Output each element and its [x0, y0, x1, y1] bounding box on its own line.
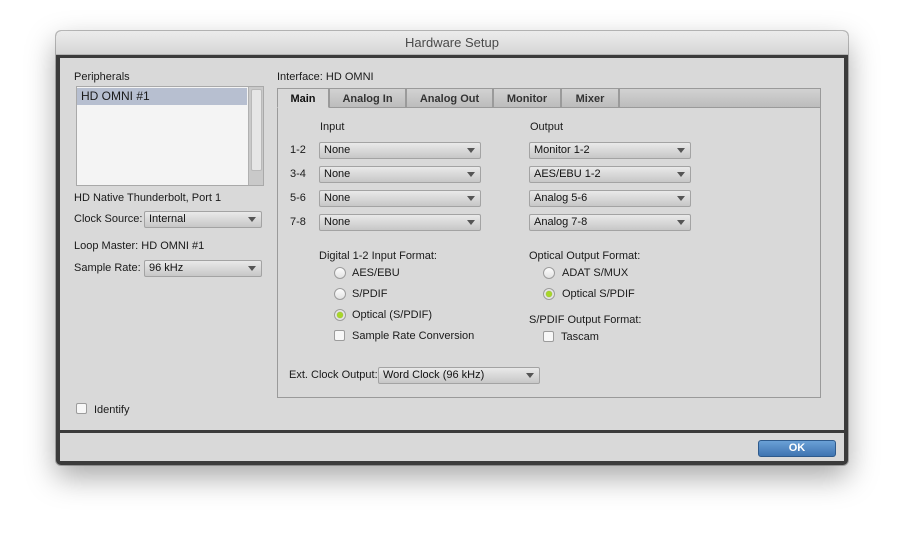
- chevron-down-icon: [248, 266, 256, 271]
- radio-spdif[interactable]: [334, 288, 346, 300]
- identify-label: Identify: [94, 404, 130, 416]
- output-dropdown-3-4[interactable]: AES/EBU 1-2: [529, 166, 691, 183]
- radio-optical-spdif-out[interactable]: [543, 288, 555, 300]
- chevron-down-icon: [677, 172, 685, 177]
- output-value: AES/EBU 1-2: [534, 168, 601, 180]
- chevron-down-icon: [467, 196, 475, 201]
- main-panel: Peripherals HD OMNI #1 HD Native Thunder…: [60, 58, 844, 430]
- chevron-down-icon: [677, 196, 685, 201]
- channel-label-5-6: 5-6: [290, 192, 306, 204]
- input-header: Input: [320, 121, 345, 133]
- channel-label-7-8: 7-8: [290, 216, 306, 228]
- tab-bar: Main Analog In Analog Out Monitor Mixer: [277, 88, 821, 108]
- peripherals-heading: Peripherals: [74, 71, 130, 83]
- connection-info: HD Native Thunderbolt, Port 1: [74, 192, 222, 204]
- identify-checkbox[interactable]: [76, 403, 87, 414]
- radio-label-adat-smux: ADAT S/MUX: [562, 267, 629, 279]
- radio-label-aes-ebu: AES/EBU: [352, 267, 400, 279]
- output-value: Monitor 1-2: [534, 144, 590, 156]
- radio-aes-ebu[interactable]: [334, 267, 346, 279]
- output-dropdown-1-2[interactable]: Monitor 1-2: [529, 142, 691, 159]
- sample-rate-conversion-label: Sample Rate Conversion: [352, 330, 475, 342]
- radio-label-optical-spdif-out: Optical S/PDIF: [562, 288, 635, 300]
- hardware-setup-window: Hardware Setup Peripherals HD OMNI #1 HD…: [56, 31, 848, 465]
- clock-source-dropdown[interactable]: Internal: [144, 211, 262, 228]
- chevron-down-icon: [467, 172, 475, 177]
- input-value: None: [324, 144, 351, 156]
- input-dropdown-3-4[interactable]: None: [319, 166, 481, 183]
- channel-label-1-2: 1-2: [290, 144, 306, 156]
- tab-analog-out[interactable]: Analog Out: [406, 88, 493, 108]
- input-dropdown-5-6[interactable]: None: [319, 190, 481, 207]
- radio-adat-smux[interactable]: [543, 267, 555, 279]
- list-item[interactable]: HD OMNI #1: [77, 88, 247, 105]
- clock-source-value: Internal: [149, 213, 186, 225]
- chevron-down-icon: [467, 148, 475, 153]
- tab-bar-filler: [619, 88, 821, 108]
- peripherals-scrollbar[interactable]: [248, 87, 263, 185]
- input-dropdown-7-8[interactable]: None: [319, 214, 481, 231]
- ext-clock-output-value: Word Clock (96 kHz): [383, 369, 485, 381]
- output-value: Analog 5-6: [534, 192, 588, 204]
- channel-label-3-4: 3-4: [290, 168, 306, 180]
- ext-clock-output-label: Ext. Clock Output:: [289, 369, 378, 381]
- sample-rate-dropdown[interactable]: 96 kHz: [144, 260, 262, 277]
- chevron-down-icon: [467, 220, 475, 225]
- scrollbar-thumb[interactable]: [251, 89, 262, 171]
- output-value: Analog 7-8: [534, 216, 588, 228]
- radio-label-optical-spdif: Optical (S/PDIF): [352, 309, 433, 321]
- sample-rate-label: Sample Rate:: [74, 262, 141, 274]
- digital-input-format-label: Digital 1-2 Input Format:: [319, 250, 437, 262]
- tascam-label: Tascam: [561, 331, 599, 343]
- tab-main[interactable]: Main: [277, 88, 329, 108]
- spdif-output-format-label: S/PDIF Output Format:: [529, 314, 642, 326]
- chevron-down-icon: [526, 373, 534, 378]
- chevron-down-icon: [677, 220, 685, 225]
- loop-master-info: Loop Master: HD OMNI #1: [74, 240, 205, 252]
- tab-analog-in[interactable]: Analog In: [329, 88, 406, 108]
- chevron-down-icon: [677, 148, 685, 153]
- tascam-checkbox[interactable]: [543, 331, 554, 342]
- input-value: None: [324, 216, 351, 228]
- radio-optical-spdif[interactable]: [334, 309, 346, 321]
- output-dropdown-7-8[interactable]: Analog 7-8: [529, 214, 691, 231]
- window-title: Hardware Setup: [56, 31, 848, 55]
- sample-rate-value: 96 kHz: [149, 262, 184, 274]
- interface-label: Interface: HD OMNI: [277, 71, 374, 83]
- peripherals-list[interactable]: HD OMNI #1: [76, 86, 264, 186]
- sample-rate-conversion-checkbox[interactable]: [334, 330, 345, 341]
- optical-output-format-label: Optical Output Format:: [529, 250, 641, 262]
- output-header: Output: [530, 121, 564, 133]
- tab-content-frame: [277, 88, 821, 398]
- footer-bar: OK: [60, 433, 844, 461]
- input-dropdown-1-2[interactable]: None: [319, 142, 481, 159]
- clock-source-label: Clock Source:: [74, 213, 143, 225]
- input-value: None: [324, 168, 351, 180]
- tab-monitor[interactable]: Monitor: [493, 88, 561, 108]
- ok-button[interactable]: OK: [758, 440, 836, 457]
- ext-clock-output-dropdown[interactable]: Word Clock (96 kHz): [378, 367, 540, 384]
- tab-mixer[interactable]: Mixer: [561, 88, 619, 108]
- radio-label-spdif: S/PDIF: [352, 288, 388, 300]
- input-value: None: [324, 192, 351, 204]
- output-dropdown-5-6[interactable]: Analog 5-6: [529, 190, 691, 207]
- chevron-down-icon: [248, 217, 256, 222]
